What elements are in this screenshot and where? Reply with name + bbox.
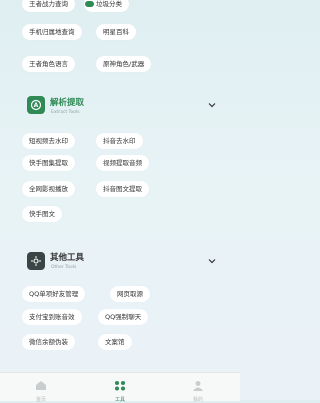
tab-tools[interactable]: 工具 (100, 376, 140, 403)
chip-alipay-sound[interactable]: 支付宝到账音效 (22, 309, 82, 325)
toggle-icon (85, 1, 94, 7)
chip-genshin-weapon[interactable]: 原神角色/武器 (96, 56, 152, 72)
extract-subtitle: Extract Tools (51, 110, 80, 115)
chip-movie-play[interactable]: 全网影视播放 (22, 181, 75, 197)
chip-qq-force-chat[interactable]: QQ强制聊天 (98, 309, 149, 325)
chip-wangzhe-power[interactable]: 王者战力查询 (22, 0, 75, 12)
user-icon (193, 381, 203, 391)
chip-web-source[interactable]: 网页取源 (110, 286, 150, 302)
chip-label: 垃圾分类 (96, 0, 122, 8)
other-title: 其他工具 (50, 253, 85, 263)
chip-star-wiki[interactable]: 明星百科 (96, 24, 136, 40)
chip-phone-location[interactable]: 手机归属地查询 (22, 24, 82, 40)
chip-qq-friend-manage[interactable]: QQ单项好友管理 (22, 286, 86, 302)
home-icon (36, 381, 46, 390)
chip-kuaishou-text[interactable]: 快手图文 (22, 206, 62, 222)
chip-wechat-balance[interactable]: 微信余额伪装 (22, 334, 75, 350)
other-subtitle: Other Tools (51, 265, 77, 270)
chip-video-audio[interactable]: 视频提取音频 (96, 155, 149, 171)
chip-garbage-sort[interactable]: 垃圾分类 (84, 0, 129, 12)
chip-kuaishou-gallery[interactable]: 快手图集提取 (22, 155, 75, 171)
chip-douyin-watermark[interactable]: 抖音去水印 (96, 133, 143, 149)
svg-text:A: A (34, 102, 39, 109)
extract-icon: A (27, 96, 45, 114)
extract-title: 解析提取 (50, 98, 85, 108)
chip-douyin-text[interactable]: 抖音图文提取 (96, 181, 149, 197)
chip-wangzhe-voice[interactable]: 王者角色语言 (22, 56, 75, 72)
tab-home[interactable]: 首页 (21, 376, 61, 403)
chip-copywriting[interactable]: 文案馆 (98, 334, 132, 350)
tab-mine[interactable]: 我的 (178, 376, 218, 403)
settings-icon (27, 252, 45, 270)
grid-icon (115, 381, 125, 391)
chip-short-video-watermark[interactable]: 短视频去水印 (22, 133, 75, 149)
chevron-down-icon[interactable] (207, 256, 217, 266)
chevron-down-icon[interactable] (207, 100, 217, 110)
bottom-tab-bar: 首页 工具 我的 (0, 372, 240, 403)
